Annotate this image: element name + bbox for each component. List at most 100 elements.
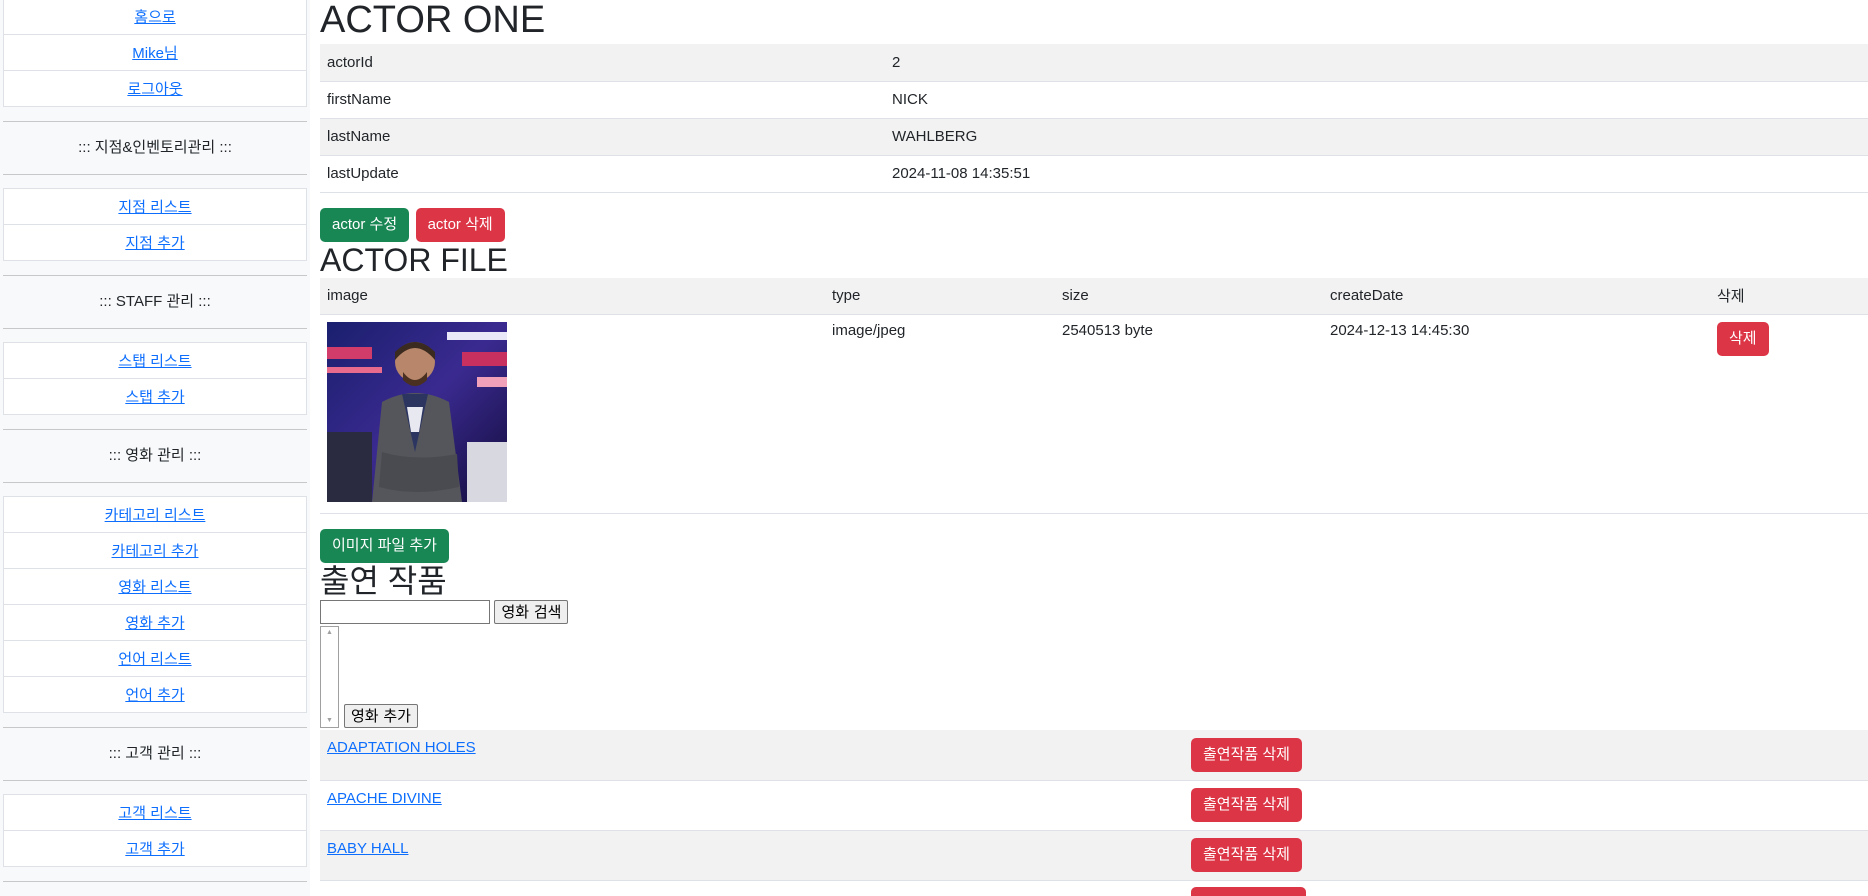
field-value: NICK [885, 81, 1868, 119]
section-heading-store: ::: 지점&인벤토리관리 ::: [78, 139, 232, 156]
column-header: size [1055, 277, 1323, 315]
actor-delete-button[interactable]: actor 삭제 [415, 207, 505, 242]
image-cell [320, 314, 825, 514]
field-label: firstName [320, 81, 885, 119]
sidebar-item-logout: 로그아웃 [3, 70, 307, 107]
sidebar-item-category-list: 카테고리 리스트 [3, 496, 307, 533]
film-select-row: ▲ ▼ 영화 추가 [320, 626, 1868, 730]
film-search-input[interactable] [320, 600, 490, 624]
actor-photo [327, 322, 507, 502]
film-add-link[interactable]: 영화 추가 [125, 615, 184, 632]
file-size-cell: 2540513 byte [1055, 314, 1323, 514]
column-header: 삭제 [1710, 277, 1868, 315]
file-type-cell: image/jpeg [825, 314, 1055, 514]
table-row: APACHE DIVINE 출연작품 삭제 [320, 780, 1868, 831]
store-list-link[interactable]: 지점 리스트 [118, 199, 191, 216]
film-delete-cell: 출연작품 삭제 [1184, 730, 1868, 781]
table-row: actorId 2 [320, 44, 1868, 82]
table-row: lastName WAHLBERG [320, 118, 1868, 156]
table-row: image/jpeg 2540513 byte 2024-12-13 14:45… [320, 314, 1868, 514]
column-header: image [320, 277, 825, 315]
field-value: WAHLBERG [885, 118, 1868, 156]
sidebar-item-language-list: 언어 리스트 [3, 640, 307, 677]
field-value: 2024-11-08 14:35:51 [885, 155, 1868, 193]
film-delete-cell [1184, 880, 1868, 896]
file-date-cell: 2024-12-13 14:45:30 [1323, 314, 1710, 514]
add-image-file-button[interactable]: 이미지 파일 추가 [320, 529, 449, 563]
column-header: createDate [1323, 277, 1710, 315]
table-row: lastUpdate 2024-11-08 14:35:51 [320, 155, 1868, 193]
sidebar-group-film: 카테고리 리스트 카테고리 추가 영화 리스트 영화 추가 언어 리스트 언어 … [3, 496, 307, 713]
page-title: ACTOR ONE [320, 0, 546, 41]
category-list-link[interactable]: 카테고리 리스트 [105, 507, 206, 524]
film-delete-button[interactable]: 출연작품 삭제 [1191, 737, 1302, 772]
divider [3, 881, 307, 882]
film-delete-button[interactable]: 출연작품 삭제 [1191, 788, 1302, 822]
sidebar-item-store-list: 지점 리스트 [3, 188, 307, 225]
sidebar-item-staff-add: 스탭 추가 [3, 378, 307, 415]
store-add-link[interactable]: 지점 추가 [125, 235, 184, 252]
sidebar-item-user: Mike님 [3, 34, 307, 71]
sidebar-group-staff: 스탭 리스트 스탭 추가 [3, 342, 307, 415]
film-select-list[interactable]: ▲ ▼ [320, 626, 339, 728]
sidebar-item-film-add: 영화 추가 [3, 604, 307, 641]
actor-info-table: actorId 2 firstName NICK lastName WAHLBE… [320, 44, 1868, 193]
main-content: ACTOR ONE actorId 2 firstName NICK lastN… [320, 0, 1868, 896]
user-link[interactable]: Mike님 [132, 45, 177, 62]
film-search-row: 영화 검색 [320, 600, 1868, 626]
sidebar-item-language-add: 언어 추가 [3, 676, 307, 713]
film-title-link[interactable]: ADAPTATION HOLES [327, 739, 476, 756]
film-title-cell: ADAPTATION HOLES [320, 730, 1184, 781]
film-search-button[interactable]: 영화 검색 [494, 600, 569, 624]
staff-list-link[interactable]: 스탭 리스트 [118, 353, 191, 370]
file-section-title: ACTOR FILE [320, 241, 508, 278]
filmography-table: ADAPTATION HOLES 출연작품 삭제 APACHE DIVINE 출… [320, 730, 1868, 896]
language-list-link[interactable]: 언어 리스트 [118, 651, 191, 668]
file-delete-cell: 삭제 [1710, 314, 1868, 514]
customer-add-link[interactable]: 고객 추가 [125, 841, 184, 858]
sidebar-group-store: 지점 리스트 지점 추가 [3, 188, 307, 261]
film-title-cell: BABY HALL [320, 830, 1184, 881]
film-delete-button[interactable] [1191, 886, 1306, 896]
sidebar-item-film-list: 영화 리스트 [3, 568, 307, 605]
scroll-down-icon[interactable]: ▼ [321, 715, 338, 727]
section-heading-customer: ::: 고객 관리 ::: [108, 745, 202, 762]
film-delete-cell: 출연작품 삭제 [1184, 780, 1868, 831]
filmography-title: 출연 작품 [320, 563, 447, 599]
film-delete-button[interactable]: 출연작품 삭제 [1191, 838, 1302, 872]
sidebar-item-staff-list: 스탭 리스트 [3, 342, 307, 379]
table-row: firstName NICK [320, 81, 1868, 119]
sidebar-item-category-add: 카테고리 추가 [3, 532, 307, 569]
file-delete-button[interactable]: 삭제 [1717, 322, 1769, 356]
film-list-link[interactable]: 영화 리스트 [118, 579, 191, 596]
sidebar-top-group: 홈으로 Mike님 로그아웃 [3, 0, 307, 107]
sidebar: 홈으로 Mike님 로그아웃 ::: 지점&인벤토리관리 ::: 지점 리스트 … [0, 0, 310, 896]
film-add-button[interactable]: 영화 추가 [344, 704, 418, 728]
table-row [320, 880, 1868, 896]
sidebar-item-customer-add: 고객 추가 [3, 830, 307, 867]
category-add-link[interactable]: 카테고리 추가 [112, 543, 199, 560]
actor-actions: actor 수정 actor 삭제 [320, 207, 1868, 242]
scroll-up-icon[interactable]: ▲ [321, 627, 338, 639]
film-title-link[interactable]: APACHE DIVINE [327, 790, 442, 807]
field-value: 2 [885, 44, 1868, 82]
home-link[interactable]: 홈으로 [134, 9, 175, 26]
film-delete-cell: 출연작품 삭제 [1184, 830, 1868, 881]
actor-edit-button[interactable]: actor 수정 [320, 207, 410, 242]
section-heading-film: ::: 영화 관리 ::: [108, 447, 202, 464]
divider [3, 174, 307, 175]
film-title-link[interactable]: BABY HALL [327, 840, 408, 857]
film-title-cell: APACHE DIVINE [320, 780, 1184, 831]
language-add-link[interactable]: 언어 추가 [125, 687, 184, 704]
divider [3, 482, 307, 483]
divider [3, 780, 307, 781]
sidebar-item-customer-list: 고객 리스트 [3, 794, 307, 831]
table-row: ADAPTATION HOLES 출연작품 삭제 [320, 730, 1868, 781]
customer-list-link[interactable]: 고객 리스트 [118, 805, 191, 822]
logout-link[interactable]: 로그아웃 [127, 81, 182, 98]
staff-add-link[interactable]: 스탭 추가 [125, 389, 184, 406]
table-header-row: image type size createDate 삭제 [320, 277, 1868, 315]
divider [3, 328, 307, 329]
file-actions: 이미지 파일 추가 [320, 529, 1868, 563]
film-title-cell [320, 880, 1184, 896]
